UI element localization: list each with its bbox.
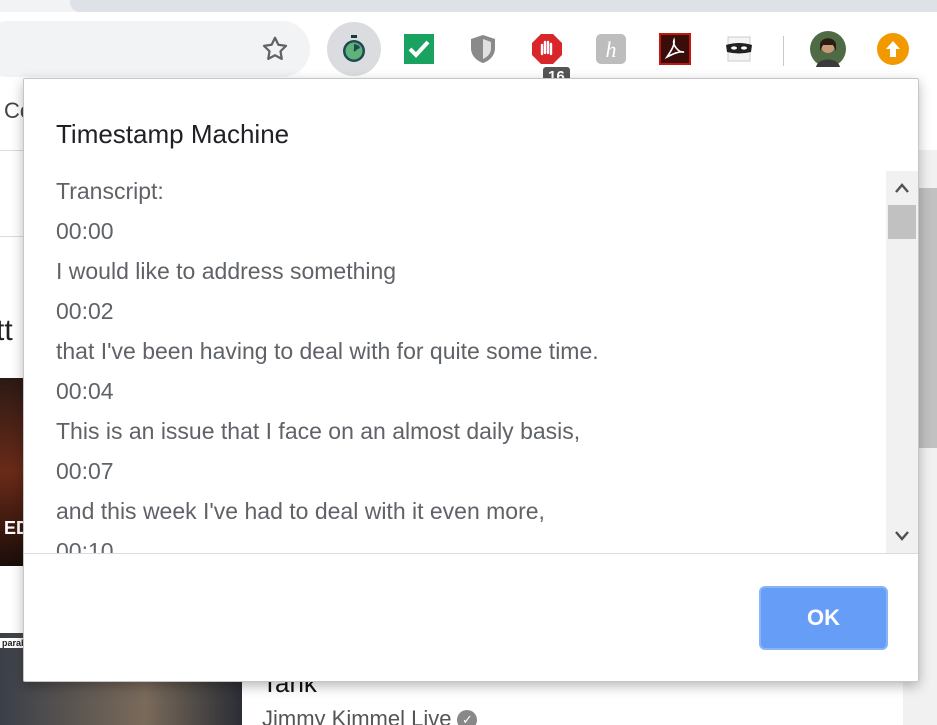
scroll-up-icon[interactable] — [886, 173, 918, 203]
tab-strip — [70, 0, 937, 12]
transcript-line: that I've been having to deal with for q… — [56, 338, 599, 364]
scroll-down-icon[interactable] — [886, 521, 918, 551]
pdf-icon[interactable] — [657, 31, 693, 67]
shield-icon[interactable] — [465, 31, 501, 67]
transcript-line: 00:02 — [56, 298, 114, 324]
verified-icon: ✓ — [457, 710, 478, 725]
stopwatch-icon[interactable] — [327, 22, 381, 76]
browser-toolbar: 16 h — [0, 12, 937, 87]
background-heading: tt — [0, 314, 13, 347]
page-scrollbar-thumb[interactable] — [918, 188, 937, 448]
svg-text:h: h — [606, 37, 617, 62]
avatar[interactable] — [810, 31, 846, 67]
transcript-line: and this week I've had to deal with it e… — [56, 498, 545, 524]
extension-popup: Timestamp Machine Transcript: 00:00 I wo… — [23, 78, 919, 682]
toolbar-separator — [783, 36, 784, 66]
transcript-line: I would like to address something — [56, 258, 397, 284]
popup-divider — [24, 553, 918, 554]
update-arrow-icon[interactable] — [875, 31, 911, 67]
transcript-scrollbar[interactable] — [886, 171, 918, 553]
scrollbar-thumb[interactable] — [888, 205, 916, 239]
channel-name[interactable]: Jimmy Kimmel Live ✓ — [262, 706, 478, 725]
transcript-line: 00:10 — [56, 538, 114, 553]
mask-icon[interactable] — [721, 31, 757, 67]
transcript-line: This is an issue that I face on an almos… — [56, 418, 581, 444]
ok-button[interactable]: OK — [759, 586, 888, 650]
star-icon[interactable] — [258, 32, 292, 66]
transcript-text: Transcript: 00:00 I would like to addres… — [56, 171, 876, 553]
channel-label: Jimmy Kimmel Live — [262, 706, 452, 725]
transcript-line: Transcript: — [56, 178, 164, 204]
transcript-line: 00:07 — [56, 458, 114, 484]
h-icon[interactable]: h — [593, 31, 629, 67]
popup-title: Timestamp Machine — [56, 119, 290, 149]
transcript-area[interactable]: Transcript: 00:00 I would like to addres… — [24, 171, 918, 553]
stop-hand-icon[interactable] — [529, 31, 565, 67]
transcript-line: 00:04 — [56, 378, 114, 404]
checkmark-icon[interactable] — [401, 31, 437, 67]
transcript-line: 00:00 — [56, 218, 114, 244]
